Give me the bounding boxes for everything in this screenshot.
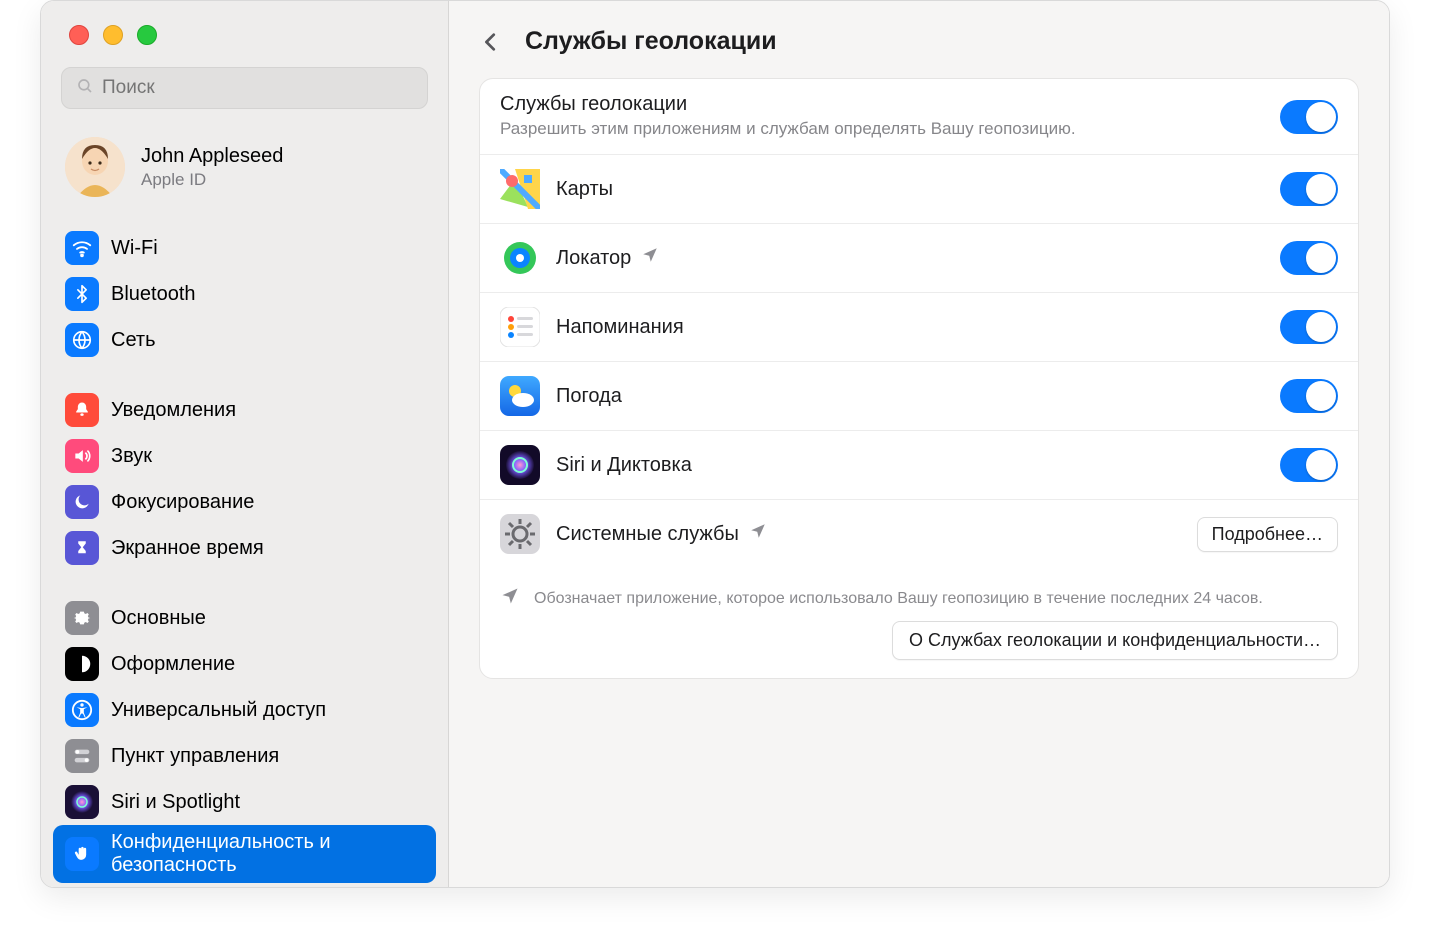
sidebar-item-wifi[interactable]: Wi-Fi — [53, 225, 436, 271]
location-used-indicator-icon — [641, 246, 659, 270]
sidebar-item-accessibility[interactable]: Универсальный доступ — [53, 687, 436, 733]
back-button[interactable] — [479, 30, 503, 54]
main-content: Службы геолокации Службы геолокации Разр… — [449, 1, 1389, 887]
about-location-privacy-button[interactable]: О Службах геолокации и конфиденциальност… — [892, 621, 1338, 660]
app-row-maps: Карты — [480, 155, 1358, 224]
sidebar-item-hand[interactable]: Конфиденциальность и безопасность — [53, 825, 436, 883]
sidebar-item-gear[interactable]: Основные — [53, 595, 436, 641]
sidebar-item-siri[interactable]: Siri и Spotlight — [53, 779, 436, 825]
sidebar-item-hourglass[interactable]: Экранное время — [53, 525, 436, 571]
search-input[interactable] — [102, 77, 413, 99]
sidebar-item-label: Сеть — [111, 329, 155, 352]
sidebar-item-appearance[interactable]: Оформление — [53, 641, 436, 687]
sidebar-section: Уведомления Звук Фокусирование Экранное вре… — [41, 383, 448, 575]
sidebar-item-label: Пункт управления — [111, 745, 279, 768]
master-title: Службы геолокации — [500, 93, 1264, 116]
network-icon — [65, 323, 99, 357]
settings-panel: Службы геолокации Разрешить этим приложе… — [479, 78, 1359, 679]
sidebar-item-label: Оформление — [111, 653, 235, 676]
sidebar-item-label: Звук — [111, 445, 152, 468]
app-row-weather: Погода — [480, 362, 1358, 431]
bluetooth-icon — [65, 277, 99, 311]
sidebar-item-moon[interactable]: Фокусирование — [53, 479, 436, 525]
location-indicator-icon — [500, 586, 520, 611]
location-services-master-row: Службы геолокации Разрешить этим приложе… — [480, 79, 1358, 155]
app-row-label: Погода — [556, 385, 1264, 408]
search-icon — [76, 77, 102, 100]
sidebar-item-label: Конфиденциальность и безопасность — [111, 831, 424, 877]
app-row-label: Siri и Диктовка — [556, 454, 1264, 477]
sidebar-item-label: Siri и Spotlight — [111, 791, 240, 814]
sidebar-item-label: Экранное время — [111, 537, 264, 560]
location-services-master-toggle[interactable] — [1280, 100, 1338, 134]
wifi-icon — [65, 231, 99, 265]
sidebar-item-bluetooth[interactable]: Bluetooth — [53, 271, 436, 317]
app-row-siri: Siri и Диктовка — [480, 431, 1358, 500]
master-desc: Разрешить этим приложениям и службам опр… — [500, 118, 1264, 140]
sidebar: John Appleseed Apple ID Wi-Fi Bluetooth Се… — [41, 1, 449, 887]
sidebar-item-label: Универсальный доступ — [111, 699, 326, 722]
sidebar-item-sound[interactable]: Звук — [53, 433, 436, 479]
app-row-label: Локатор — [556, 246, 1264, 270]
details-button[interactable]: Подробнее… — [1197, 517, 1338, 552]
sidebar-item-label: Bluetooth — [111, 283, 196, 306]
app-row-label: Напоминания — [556, 316, 1264, 339]
siri-icon — [65, 785, 99, 819]
page-title: Службы геолокации — [525, 27, 777, 56]
avatar — [65, 137, 125, 197]
app-toggle-siri[interactable] — [1280, 448, 1338, 482]
close-window-button[interactable] — [69, 25, 89, 45]
main-header: Службы геолокации — [449, 1, 1389, 78]
app-row-label: Карты — [556, 178, 1264, 201]
reminders-app-icon — [500, 307, 540, 347]
sidebar-section: Основные Оформление Универсальный доступ Пу… — [41, 591, 448, 887]
fullscreen-window-button[interactable] — [137, 25, 157, 45]
account-sub: Apple ID — [141, 170, 283, 190]
minimize-window-button[interactable] — [103, 25, 123, 45]
settings-window: John Appleseed Apple ID Wi-Fi Bluetooth Се… — [40, 0, 1390, 888]
sidebar-item-label: Wi-Fi — [111, 237, 158, 260]
sidebar-item-network[interactable]: Сеть — [53, 317, 436, 363]
controlcenter-icon — [65, 739, 99, 773]
sidebar-item-controlcenter[interactable]: Пункт управления — [53, 733, 436, 779]
app-row-reminders: Напоминания — [480, 293, 1358, 362]
about-row: О Службах геолокации и конфиденциальност… — [480, 621, 1358, 678]
account-text: John Appleseed Apple ID — [141, 145, 283, 190]
sidebar-section: Wi-Fi Bluetooth Сеть — [41, 221, 448, 367]
window-controls — [41, 1, 448, 67]
hourglass-icon — [65, 531, 99, 565]
sidebar-item-bell[interactable]: Уведомления — [53, 387, 436, 433]
app-toggle-reminders[interactable] — [1280, 310, 1338, 344]
maps-app-icon — [500, 169, 540, 209]
system-app-icon — [500, 514, 540, 554]
appearance-icon — [65, 647, 99, 681]
account-name: John Appleseed — [141, 145, 283, 168]
moon-icon — [65, 485, 99, 519]
location-used-indicator-icon — [749, 522, 767, 546]
app-row-system: Системные службы Подробнее… — [480, 500, 1358, 568]
gear-icon — [65, 601, 99, 635]
account-row[interactable]: John Appleseed Apple ID — [41, 129, 448, 221]
findmy-app-icon — [500, 238, 540, 278]
bell-icon — [65, 393, 99, 427]
app-toggle-findmy[interactable] — [1280, 241, 1338, 275]
footnote-text: Обозначает приложение, которое использов… — [534, 590, 1263, 608]
weather-app-icon — [500, 376, 540, 416]
sidebar-item-label: Основные — [111, 607, 206, 630]
siri-app-icon — [500, 445, 540, 485]
accessibility-icon — [65, 693, 99, 727]
sound-icon — [65, 439, 99, 473]
sidebar-item-label: Фокусирование — [111, 491, 254, 514]
footnote-row: Обозначает приложение, которое использов… — [480, 568, 1358, 621]
app-row-label: Системные службы — [556, 522, 1181, 546]
app-row-findmy: Локатор — [480, 224, 1358, 293]
app-toggle-weather[interactable] — [1280, 379, 1338, 413]
search-field[interactable] — [61, 67, 428, 109]
sidebar-item-label: Уведомления — [111, 399, 236, 422]
app-toggle-maps[interactable] — [1280, 172, 1338, 206]
hand-icon — [65, 837, 99, 871]
